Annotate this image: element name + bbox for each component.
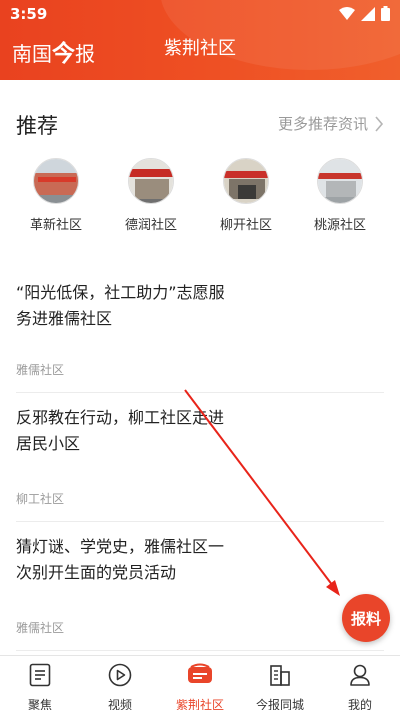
battery-icon (381, 6, 390, 21)
nav-item-focus[interactable]: 聚焦 (0, 662, 80, 710)
nav-item-city[interactable]: 今报同城 (240, 662, 320, 710)
nav-label: 今报同城 (255, 698, 304, 710)
community-avatar (33, 158, 79, 204)
community-item[interactable]: 德润社区 (111, 158, 191, 233)
nav-label: 聚焦 (27, 698, 52, 710)
nav-label: 紫荆社区 (175, 698, 224, 710)
play-icon (108, 663, 132, 687)
article-item[interactable]: 反邪教在行动，柳工社区走进居民小区 柳工社区 (16, 393, 384, 522)
more-recommend-link[interactable]: 更多推荐资讯 (278, 113, 384, 134)
more-recommend-label: 更多推荐资讯 (277, 115, 368, 133)
article-source: 雅儒社区 (16, 363, 65, 377)
community-item[interactable]: 柳开社区 (206, 158, 286, 233)
article-source: 柳工社区 (16, 492, 65, 506)
nav-item-mine[interactable]: 我的 (320, 662, 400, 710)
chat-icon (188, 663, 212, 683)
community-label: 桃源社区 (313, 218, 366, 233)
community-label: 革新社区 (29, 218, 82, 233)
status-icons (339, 6, 390, 21)
nav-item-community[interactable]: 紫荆社区 (160, 662, 240, 710)
status-time: 3:59 (10, 5, 48, 23)
community-label: 德润社区 (124, 218, 177, 233)
article-title: “阳光低保，社工助力”志愿服务进雅儒社区 (16, 283, 225, 328)
bottom-nav: 聚焦 视频 紫荆社区 今报同城 我的 (0, 655, 400, 710)
chevron-right-icon (375, 115, 384, 132)
recommend-title: 推荐 (16, 114, 58, 138)
signal-icon (361, 6, 375, 21)
community-label: 柳开社区 (219, 218, 272, 233)
user-icon (350, 664, 370, 686)
page-title: 紫荆社区 (164, 38, 236, 59)
status-bar: 3:59 (0, 0, 400, 28)
report-button[interactable]: 报料 (342, 594, 390, 642)
community-avatar (317, 158, 363, 204)
article-source: 雅儒社区 (16, 621, 65, 635)
document-icon (29, 663, 51, 687)
nav-item-video[interactable]: 视频 (80, 662, 160, 710)
article-item[interactable]: “阳光低保，社工助力”志愿服务进雅儒社区 雅儒社区 (16, 268, 384, 393)
article-list: “阳光低保，社工助力”志愿服务进雅儒社区 雅儒社区 反邪教在行动，柳工社区走进居… (16, 268, 384, 651)
nav-label: 我的 (347, 698, 372, 710)
recommend-header: 推荐 更多推荐资讯 (16, 110, 384, 140)
article-title: 反邪教在行动，柳工社区走进居民小区 (16, 408, 225, 453)
main-content: 推荐 更多推荐资讯 革新社区 德润社区 柳开社区 桃源社区 “阳光低保，社工助力… (0, 80, 400, 655)
building-icon (270, 665, 290, 686)
community-avatar (223, 158, 269, 204)
nav-label: 视频 (107, 698, 132, 710)
community-item[interactable]: 革新社区 (16, 158, 96, 233)
community-item[interactable]: 桃源社区 (300, 158, 380, 233)
article-item[interactable]: 猜灯谜、学党史，雅儒社区一次别开生面的党员活动 雅儒社区 (16, 522, 384, 651)
community-list: 革新社区 德润社区 柳开社区 桃源社区 (0, 158, 400, 238)
app-header: 3:59 南国今报 紫荆社区 (0, 0, 400, 80)
wifi-icon (339, 6, 355, 20)
community-avatar (128, 158, 174, 204)
article-title: 猜灯谜、学党史，雅儒社区一次别开生面的党员活动 (16, 537, 225, 582)
